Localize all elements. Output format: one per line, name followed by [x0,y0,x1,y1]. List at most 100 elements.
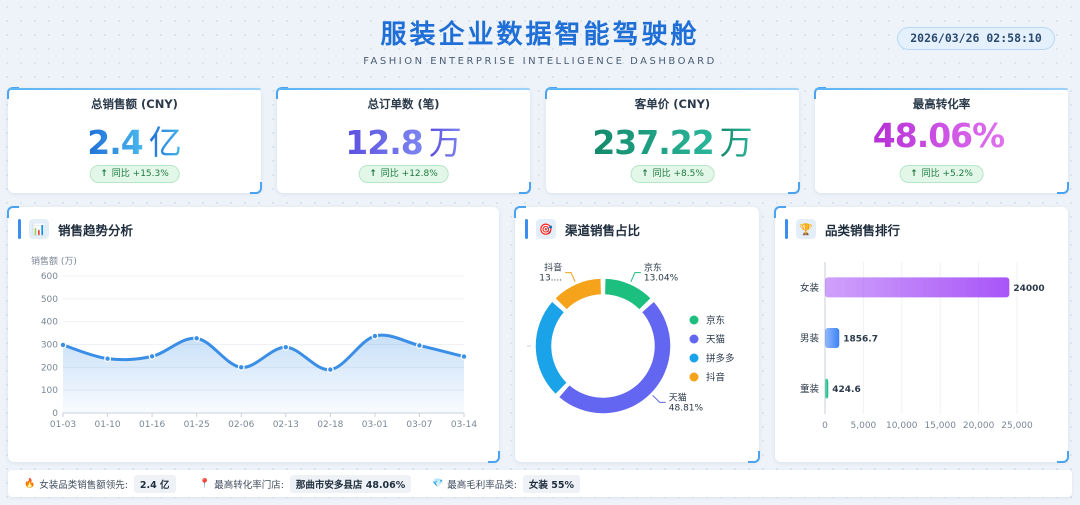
kpi-number: 2.4 [87,123,143,162]
x-tick-label: 25,000 [1001,421,1033,431]
kpi-label: 客单价 (CNY) [634,97,711,111]
header: 服装企业数据智能驾驶舱 FASHION ENTERPRISE INTELLIGE… [0,0,1080,80]
legend-marker [689,353,699,363]
bar-value-label: 424.6 [832,385,860,395]
insight-label: 女装品类销售额领先: [39,479,128,491]
sales-trend-panel: 📊 销售趋势分析 销售额 (万) 0 100 200 300 400 500 600 01-03… [7,206,500,463]
arrow-up-icon: ↑ [100,169,108,179]
legend-label: 京东 [706,315,725,327]
kpi-card-max-conversion: 最高转化率 48.06% ↑ 同比 +5.2% [814,87,1069,194]
category-ranking-panel: 🏆 品类销售排行 0 5,000 10,000 15,000 20,000 25,000 女… [774,206,1069,463]
y-tick-label: 0 [52,409,58,419]
kpi-unit: 万 [719,123,753,162]
insight-item: 📍 最高转化率门店: 那曲市安多县店 48.06% [199,470,412,497]
slice-label-value: 48.81% [669,403,704,413]
kpi-top-bar [546,88,799,90]
label-leader-line [630,272,641,282]
kpi-value: 12.8 万 [277,116,530,164]
category-label: 女装 [800,282,820,294]
kpi-card-avg-order-value: 客单价 (CNY) 237.22 万 ↑ 同比 +8.5% [545,87,800,194]
insight-item: 🔥 女装品类销售额领先: 2.4 亿 [24,470,176,497]
y-tick-label: 400 [41,318,58,328]
slice-label-name: 天猫 [669,391,687,403]
arrow-up-icon: ↑ [369,169,377,179]
diamond-icon: 💎 [432,478,444,489]
legend-marker [689,334,699,344]
bar-value-label: 1856.7 [843,335,878,345]
insight-label: 最高毛利率品类: [447,479,517,491]
label-leader-line [565,272,576,282]
slice-label-value: 13.... [539,274,562,284]
datetime-badge: 2026/03/26 02:58:10 [897,27,1055,50]
kpi-unit: 万 [428,123,462,162]
pin-icon: 📍 [199,478,211,489]
insight-label: 最高转化率门店: [214,479,284,491]
data-point [371,332,379,340]
kpi-change-prefix: 同比 [921,169,940,179]
arrow-up-icon: ↑ [641,169,649,179]
insight-item: 💎 最高毛利率品类: 女装 55% [432,470,580,497]
data-point [193,334,201,342]
kpi-number: 12.8 [345,123,423,162]
kpi-change-badge: ↑ 同比 +12.8% [358,165,449,183]
x-tick-label: 20,000 [963,421,995,431]
kpi-unit: 亿 [148,123,182,162]
page-subtitle: FASHION ENTERPRISE INTELLIGENCE DASHBOAR… [363,56,717,67]
kpi-change-prefix: 同比 [652,169,671,179]
x-tick-label: 02-06 [228,420,254,430]
x-tick-label: 10,000 [886,421,918,431]
category-bar-chart: 0 5,000 10,000 15,000 20,000 25,000 女装 24000 男装 1… [800,262,1045,431]
y-tick-label: 600 [41,272,58,282]
x-tick-label: 0 [822,421,828,431]
y-axis-label: 销售额 (万) [31,255,77,267]
donut-slice [534,300,569,396]
y-tick-label: 100 [41,386,58,396]
insight-value: 女装 55% [522,474,580,493]
y-tick-label: 500 [41,295,58,305]
data-point [282,343,290,351]
series-area [63,335,464,413]
x-tick-label: 15,000 [924,421,956,431]
x-tick-label: 01-16 [139,420,165,430]
x-tick-label: 03-07 [406,420,432,430]
data-point [237,363,245,371]
kpi-number: 48.06% [872,116,1005,155]
kpi-change-value: +12.8% [401,169,438,179]
y-tick-label: 200 [41,363,58,373]
category-label: 男装 [800,333,820,345]
kpi-top-bar [815,88,1068,90]
x-tick-label: 01-25 [184,420,210,430]
x-tick-label: 02-13 [273,420,299,430]
kpi-number: 237.22 [592,123,714,162]
kpi-card-total-orders: 总订单数 (笔) 12.8 万 ↑ 同比 +12.8% [276,87,531,194]
y-tick-label: 300 [41,341,58,351]
data-point [326,366,334,374]
legend-label: 拼多多 [706,353,735,365]
x-tick-label: 01-03 [50,420,76,430]
channel-share-panel: 🎯 渠道销售占比 京东 13.04% 天猫 48.81% 抖音 13.... 京东 天猫 拼多多… [514,206,760,463]
kpi-card-total-sales: 总销售额 (CNY) 2.4 亿 ↑ 同比 +15.3% [7,87,262,194]
kpi-value: 48.06% [815,116,1068,155]
insight-value: 那曲市安多县店 48.06% [289,474,412,493]
data-point [59,341,67,349]
bar-value-label: 24000 [1013,284,1044,294]
bar [825,378,829,399]
x-tick-label: 02-18 [317,420,343,430]
insight-value: 2.4 亿 [133,474,176,493]
slice-label-name: 抖音 [544,262,562,274]
slice-label-value: 13.04% [644,274,679,284]
kpi-change-badge: ↑ 同比 +5.2% [899,165,984,183]
kpi-top-bar [277,88,530,90]
kpi-value: 2.4 亿 [8,116,261,164]
x-tick-label: 03-14 [451,420,477,430]
label-leader-line [652,394,666,403]
kpi-change-badge: ↑ 同比 +8.5% [630,165,715,183]
data-point [148,352,156,360]
channel-donut-chart: 京东13.04%天猫48.81%抖音13....京东天猫拼多多抖音 [527,262,735,415]
kpi-change-value: +5.2% [942,169,973,179]
x-tick-label: 5,000 [851,421,877,431]
kpi-value: 237.22 万 [546,116,799,164]
slice-label-name: 京东 [644,262,662,274]
legend-marker [689,315,699,325]
data-point [460,353,468,361]
